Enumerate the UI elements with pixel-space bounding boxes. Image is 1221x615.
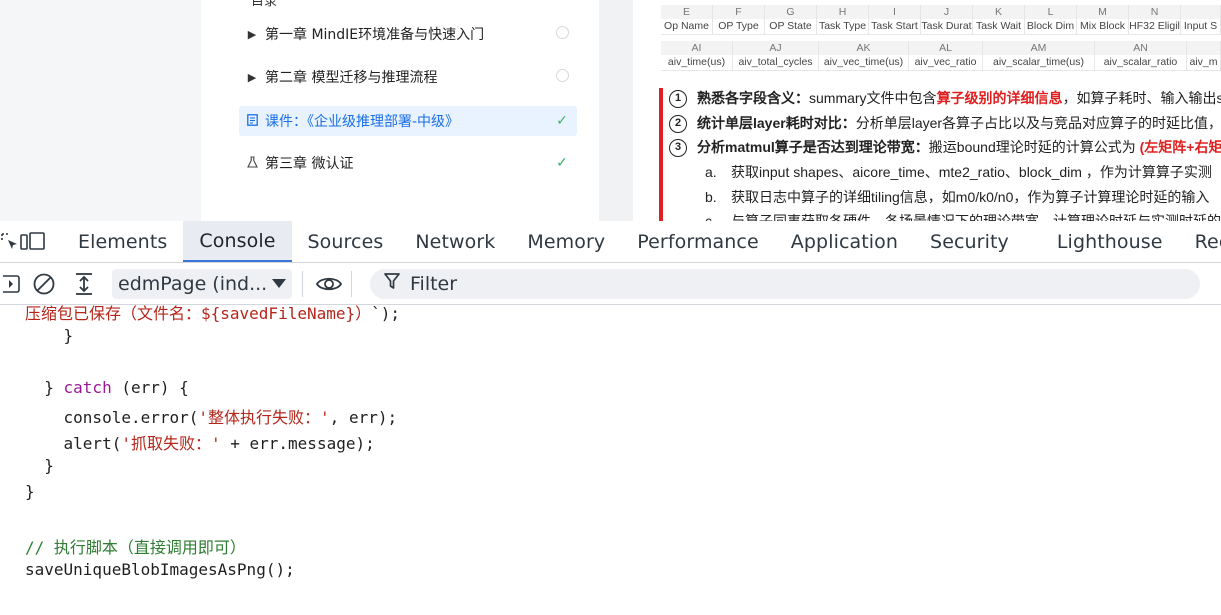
code-token: saveUniqueBlobImagesAsPng(); (25, 560, 295, 579)
live-expression-eye-icon[interactable] (309, 263, 349, 304)
code-token: } (25, 378, 64, 397)
courseware-document: EFGHIJKLMN Op Name OP Type OP State Task Ty… (633, 0, 1221, 221)
outline-item-chapter3[interactable]: 第三章 微认证 ✓ (239, 148, 577, 178)
doc-point-1: 1 熟悉各字段含义：summary文件中包含算子级别的详细信息，如算子耗时、输入输… (669, 88, 1221, 109)
chevron-down-icon (272, 279, 286, 288)
web-page-viewport: 目录 ▶ 第一章 MindIE环境准备与快速入门 ▶ 第二章 模型迁移与推理流程… (0, 0, 1221, 221)
doc-point-3: 3 分析matmul算子是否达到理论带宽：搬运bound理论时延的计算公式为 (左… (669, 137, 1221, 158)
show-sidebar-icon[interactable] (0, 263, 24, 304)
expand-triangle-icon[interactable]: ▶ (239, 71, 265, 84)
console-code-line: alert('抓取失败：' + err.message); (25, 430, 375, 454)
toolbar-separator (302, 270, 303, 297)
doc-subpoint-b: b. 获取日志中算子的详细tiling信息，如m0/k0/n0，作为算子计算理论时… (705, 189, 1210, 205)
doc-subpoint-c: c. 与算子同事获取各硬件，各场景情况下的理论带宽，计算理论时延与实测时延的差 (705, 213, 1221, 221)
console-code-line: 压缩包已保存（文件名：${savedFileName}）`); (25, 305, 400, 324)
tab-console[interactable]: Console (183, 221, 292, 262)
status-empty-circle-icon (547, 68, 577, 86)
code-token: catch (63, 378, 112, 397)
code-token: } (25, 326, 74, 345)
outline-item-label: 第一章 MindIE环境准备与快速入门 (265, 27, 485, 43)
tab-lighthouse[interactable]: Lighthouse (1041, 221, 1179, 262)
sheet-column-letters-row2: AI AJ AK AL AM AN (661, 41, 1221, 55)
clear-console-icon[interactable] (24, 263, 64, 304)
context-select-value: edmPage (ind... (118, 272, 266, 295)
expand-triangle-icon[interactable]: ▶ (239, 28, 265, 41)
tab-application[interactable]: Application (775, 221, 914, 262)
create-live-expression-icon[interactable] (64, 263, 104, 304)
tab-network[interactable]: Network (399, 221, 511, 262)
outline-item-chapter1[interactable]: ▶ 第一章 MindIE环境准备与快速入门 (239, 19, 577, 49)
console-code-line: } (25, 326, 74, 345)
tab-elements[interactable]: Elements (62, 221, 183, 262)
outline-item-label: 第二章 模型迁移与推理流程 (265, 70, 438, 86)
code-token: '整体执行失败：' (198, 408, 330, 427)
code-token: // 执行脚本（直接调用即可） (25, 538, 246, 557)
outline-item-chapter2[interactable]: ▶ 第二章 模型迁移与推理流程 (239, 62, 577, 92)
code-token: 压缩包已保存（文件名：${savedFileName}） (25, 305, 372, 323)
console-code-line: saveUniqueBlobImagesAsPng(); (25, 560, 295, 579)
devtools-tabbar: Elements Console Sources Network Memory … (0, 221, 1221, 263)
code-token: , err); (329, 408, 398, 427)
code-token: + err.message); (220, 434, 375, 453)
code-token: `); (371, 305, 401, 323)
console-code-line: } (25, 456, 54, 475)
console-code-line: } (25, 482, 35, 501)
checkmark-icon: ✓ (556, 113, 568, 129)
flask-icon (239, 155, 265, 171)
document-icon (239, 113, 265, 129)
tab-performance[interactable]: Performance (621, 221, 775, 262)
console-output: 压缩包已保存（文件名：${savedFileName}）`); } } catc… (0, 305, 1221, 615)
toolbar-separator (351, 270, 352, 297)
panel-divider (599, 0, 633, 221)
code-token: '抓取失败：' (121, 434, 221, 453)
filter-input[interactable] (410, 272, 1110, 295)
console-code-line: console.error('整体执行失败：', err); (25, 404, 398, 428)
tab-recorder[interactable]: Recorder (1179, 221, 1221, 262)
sheet-column-letters-row1: EFGHIJKLMN (661, 5, 1221, 19)
tab-security[interactable]: Security (914, 221, 1041, 262)
tab-sources[interactable]: Sources (292, 221, 400, 262)
status-empty-circle-icon (547, 25, 577, 43)
tab-memory[interactable]: Memory (511, 221, 621, 262)
console-toolbar: edmPage (ind... (0, 263, 1221, 305)
doc-point-2: 2 统计单层layer耗时对比：分析单层layer各算子占比以及与竞品对应算子的时… (669, 113, 1221, 134)
devtools-panel: Elements Console Sources Network Memory … (0, 221, 1221, 615)
course-outline: 目录 ▶ 第一章 MindIE环境准备与快速入门 ▶ 第二章 模型迁移与推理流程… (201, 0, 599, 221)
code-token: alert( (25, 434, 122, 453)
code-token: console.error( (25, 408, 199, 427)
checkmark-icon: ✓ (556, 155, 568, 171)
outline-item-label: 第三章 微认证 (265, 156, 354, 172)
sheet-header-names-row1: Op Name OP Type OP State Task Type Task Star… (661, 19, 1221, 35)
javascript-context-select[interactable]: edmPage (ind... (112, 268, 292, 299)
outline-item-courseware[interactable]: 课件：《企业级推理部署-中级》 ✓ (239, 106, 577, 136)
console-code-line: } catch (err) { (25, 378, 189, 397)
inspect-element-icon[interactable] (0, 221, 20, 262)
console-code-line: // 执行脚本（直接调用即可） (25, 534, 246, 558)
code-token: (err) { (111, 378, 189, 397)
device-toolbar-icon[interactable] (20, 221, 46, 262)
left-gutter (0, 0, 201, 221)
sheet-header-names-row2: aiv_time(us) aiv_total_cycles aiv_vec_time… (661, 55, 1221, 71)
code-token: } (25, 482, 35, 501)
doc-subpoint-a: a. 获取input shapes、aicore_time、mte2_ratio、… (705, 164, 1212, 180)
console-filter-field[interactable] (370, 268, 1200, 299)
callout-red-bar (659, 88, 663, 221)
outline-heading: 目录 (251, 0, 278, 9)
code-token: } (25, 456, 54, 475)
filter-funnel-icon (384, 272, 400, 295)
outline-item-label: 课件：《企业级推理部署-中级》 (265, 114, 460, 130)
